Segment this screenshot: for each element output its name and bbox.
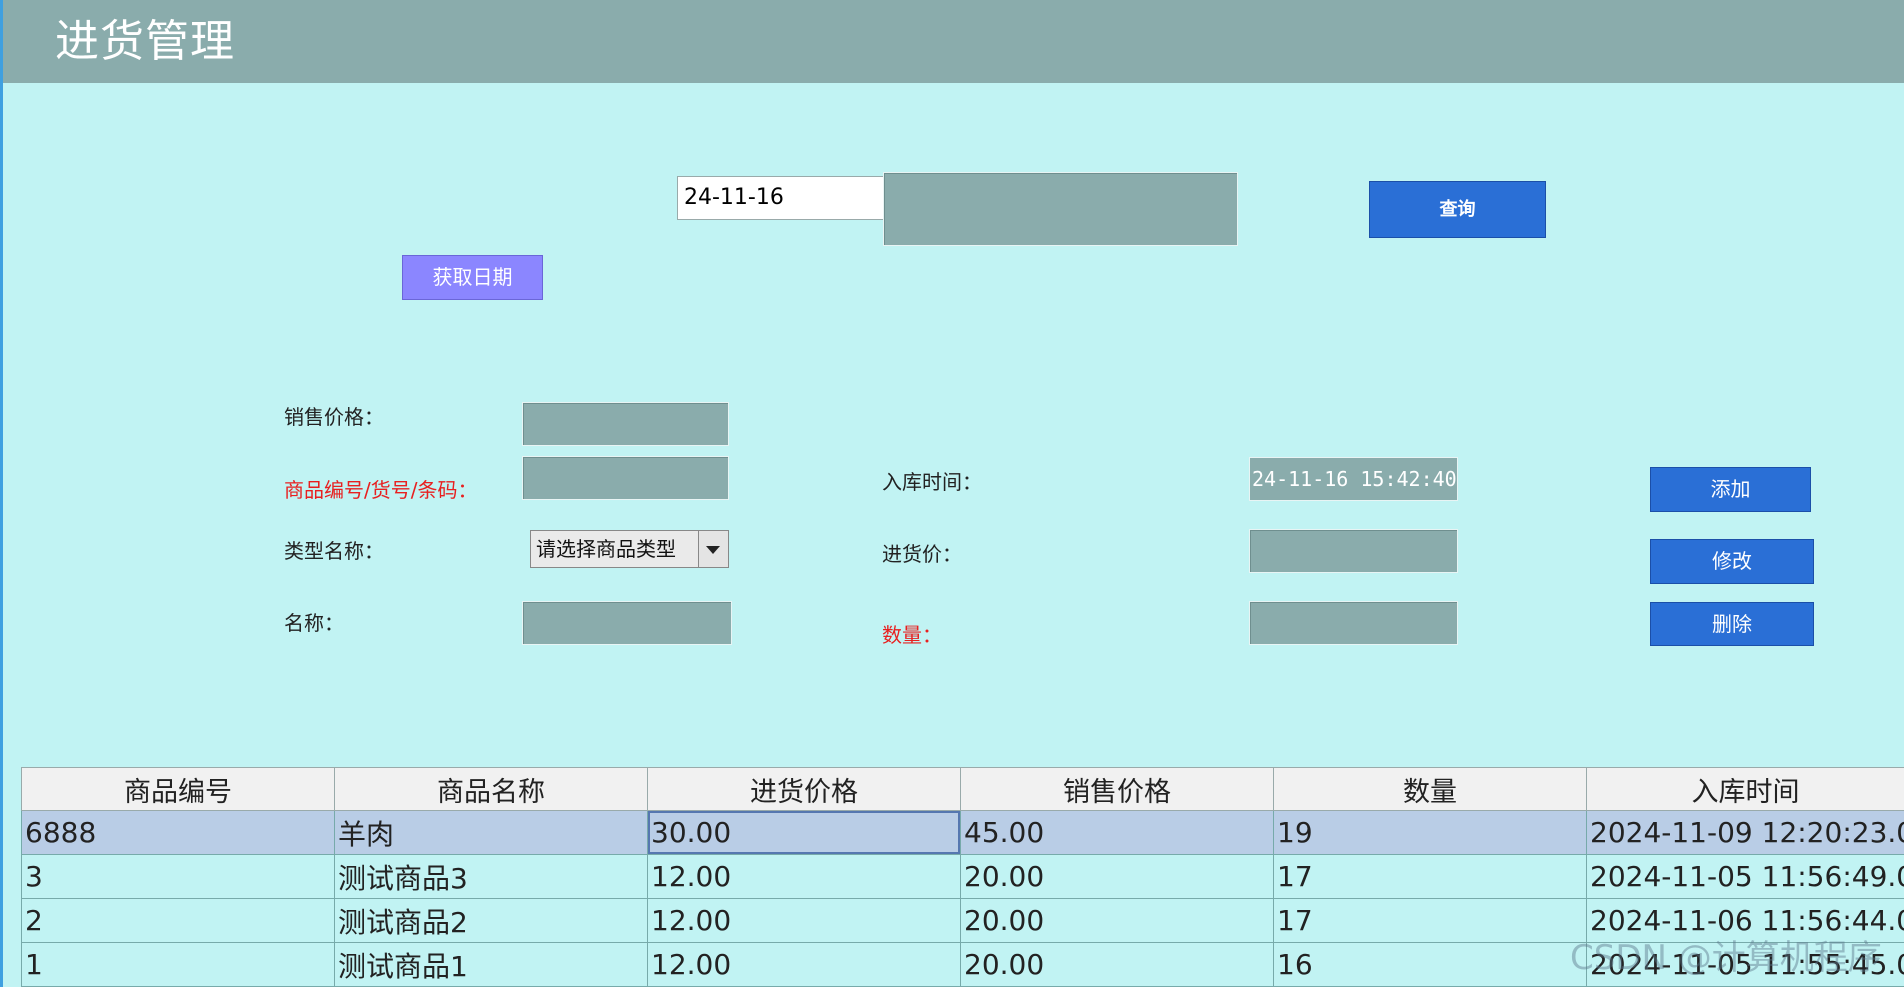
table-cell[interactable]: 3 (21, 854, 335, 899)
column-header-purchase-price[interactable]: 进货价格 (647, 767, 961, 811)
type-select-dropdown-button[interactable] (698, 531, 728, 567)
table-cell[interactable]: 测试商品2 (334, 898, 648, 943)
product-code-label: 商品编号/货号/条码： (284, 478, 478, 502)
table-row[interactable]: 6888 羊肉 30.00 45.00 19 2024-11-09 12:20:… (21, 810, 1904, 855)
table-cell[interactable]: 1 (21, 942, 335, 987)
table-cell[interactable]: 20.00 (960, 898, 1274, 943)
purchase-price-input[interactable] (1249, 529, 1458, 573)
title-bar: 进货管理 (3, 0, 1904, 83)
page-title: 进货管理 (55, 16, 235, 67)
quantity-input[interactable] (1249, 601, 1458, 645)
table-cell[interactable]: 羊肉 (334, 810, 648, 855)
query-button[interactable]: 查询 (1369, 181, 1546, 238)
column-header-sale-price[interactable]: 销售价格 (960, 767, 1274, 811)
type-select[interactable]: 请选择商品类型 (530, 530, 729, 568)
purchase-management-window: 进货管理 24-11-16 查询 获取日期 销售价格： 商品编号/货号/条码： … (0, 0, 1904, 987)
type-label: 类型名称： (284, 539, 384, 563)
intime-label: 入库时间： (882, 470, 982, 494)
delete-button[interactable]: 删除 (1650, 602, 1814, 646)
chevron-down-icon (706, 546, 720, 554)
column-header-name[interactable]: 商品名称 (334, 767, 648, 811)
window-left-edge (0, 0, 3, 987)
name-input[interactable] (522, 601, 732, 645)
table-cell[interactable]: 12.00 (647, 898, 961, 943)
purchase-price-label: 进货价： (882, 542, 962, 566)
table-cell[interactable]: 20.00 (960, 854, 1274, 899)
edit-button[interactable]: 修改 (1650, 539, 1814, 584)
table-cell[interactable]: 2024-11-05 11:56:49.0 (1586, 854, 1904, 899)
table-cell[interactable]: 12.00 (647, 942, 961, 987)
product-code-input[interactable] (522, 456, 729, 500)
table-cell[interactable]: 16 (1273, 942, 1587, 987)
table-cell[interactable]: 45.00 (960, 810, 1274, 855)
sale-price-input[interactable] (522, 402, 729, 446)
table-cell[interactable]: 测试商品3 (334, 854, 648, 899)
table-cell[interactable]: 17 (1273, 854, 1587, 899)
date-input[interactable]: 24-11-16 (677, 176, 887, 220)
quantity-label: 数量： (882, 623, 942, 647)
add-button[interactable]: 添加 (1650, 467, 1811, 512)
table-cell[interactable]: 19 (1273, 810, 1587, 855)
get-date-button[interactable]: 获取日期 (402, 255, 543, 300)
intime-value: 24-11-16 15:42:40 (1249, 457, 1458, 501)
table-cell[interactable]: 2024-11-09 12:20:23.0 (1586, 810, 1904, 855)
sale-price-label: 销售价格： (284, 405, 384, 429)
table-cell[interactable]: 测试商品1 (334, 942, 648, 987)
table-header-row: 商品编号 商品名称 进货价格 销售价格 数量 入库时间 (21, 767, 1904, 811)
date-display-panel (883, 172, 1238, 246)
table-cell[interactable]: 6888 (21, 810, 335, 855)
column-header-quantity[interactable]: 数量 (1273, 767, 1587, 811)
table-cell[interactable]: 20.00 (960, 942, 1274, 987)
column-header-code[interactable]: 商品编号 (21, 767, 335, 811)
table-cell[interactable]: 2 (21, 898, 335, 943)
column-header-intime[interactable]: 入库时间 (1586, 767, 1904, 811)
table-cell[interactable]: 12.00 (647, 854, 961, 899)
table-row[interactable]: 3 测试商品3 12.00 20.00 17 2024-11-05 11:56:… (21, 854, 1904, 899)
watermark: CSDN @计算机程序 (1570, 938, 1882, 978)
table-cell[interactable]: 17 (1273, 898, 1587, 943)
name-label: 名称： (284, 611, 344, 635)
type-select-value: 请选择商品类型 (536, 537, 676, 561)
table-cell[interactable]: 30.00 (647, 810, 961, 855)
